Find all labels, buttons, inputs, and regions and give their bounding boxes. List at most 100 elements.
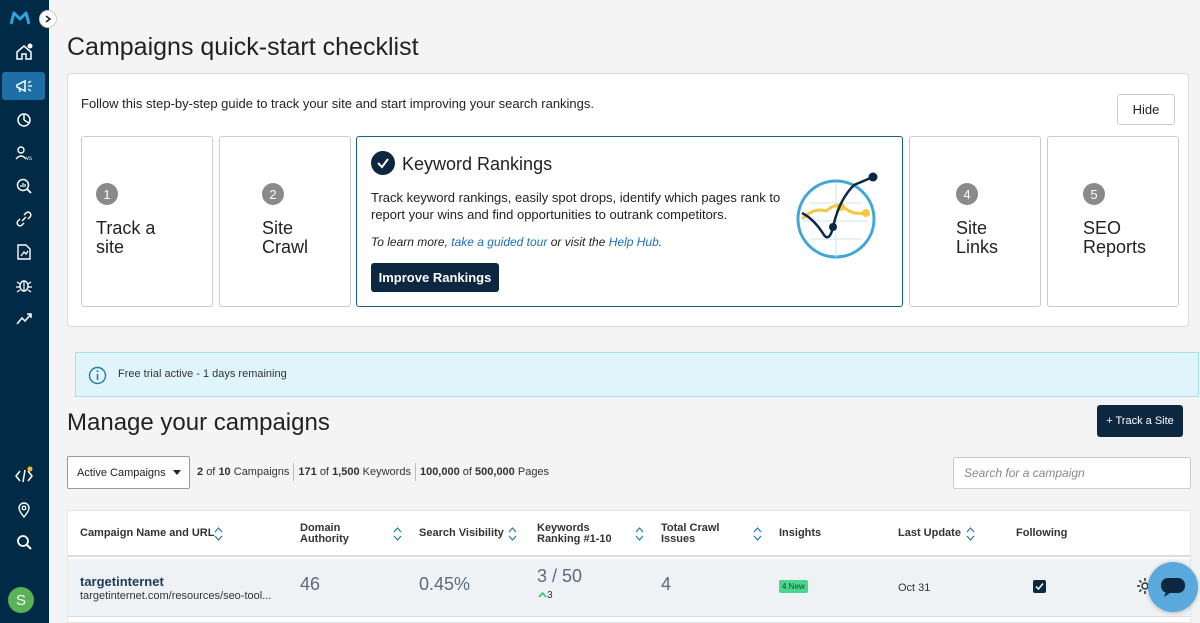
header-campaign-name[interactable]: Campaign Name and URL <box>80 528 214 539</box>
check-circle-icon <box>371 151 395 175</box>
campaigns-usage: 2 of 10 Campaigns <box>197 466 290 478</box>
location-icon <box>17 502 30 519</box>
improve-rankings-button[interactable]: Improve Rankings <box>371 263 499 292</box>
caret-down-icon <box>173 470 181 475</box>
table-row[interactable]: targetinternet targetinternet.com/resour… <box>68 559 1190 617</box>
search-icon <box>16 535 32 550</box>
checkmark-icon <box>1035 583 1044 591</box>
guided-tour-link[interactable]: take a guided tour <box>451 235 547 249</box>
sort-icon[interactable] <box>508 527 517 541</box>
step-track-site[interactable]: 1 Track a site <box>81 136 213 307</box>
quick-start-checklist: Follow this step-by-step guide to track … <box>67 73 1189 327</box>
help-hub-link[interactable]: Help Hub <box>609 235 659 249</box>
sort-icon[interactable] <box>753 527 762 541</box>
divider <box>414 463 416 481</box>
step-seo-reports[interactable]: 5 SEO Reports <box>1047 136 1179 307</box>
arrow-up-icon <box>538 591 547 598</box>
chat-button[interactable] <box>1148 562 1198 612</box>
sidebar-item-links[interactable] <box>2 205 45 233</box>
campaigns-table: Campaign Name and URL Domain Authority Se… <box>67 510 1191 623</box>
step-keyword-rankings: Keyword Rankings Track keyword rankings,… <box>356 136 903 307</box>
learn-more-text: To learn more, take a guided tour or vis… <box>371 235 663 249</box>
sidebar-item-local[interactable] <box>2 496 45 524</box>
sort-icon[interactable] <box>393 527 402 541</box>
insights-badge[interactable]: 4 New <box>779 580 808 593</box>
step-site-links[interactable]: 4 Site Links <box>909 136 1041 307</box>
svg-text:vs: vs <box>26 156 32 162</box>
header-insights[interactable]: Insights <box>779 528 821 539</box>
code-icon <box>14 466 33 483</box>
step-title: Keyword Rankings <box>402 154 553 174</box>
header-keywords-ranking[interactable]: Keywords Ranking #1-10 <box>537 523 612 545</box>
sidebar-item-campaigns[interactable] <box>2 72 45 100</box>
chat-icon <box>1161 578 1185 597</box>
page-chart-icon <box>16 244 31 260</box>
header-last-update[interactable]: Last Update <box>898 528 961 539</box>
sidebar-item-research[interactable] <box>2 172 45 200</box>
hide-button[interactable]: Hide <box>1117 94 1175 125</box>
avatar[interactable]: S <box>8 587 34 613</box>
header-crawl-issues[interactable]: Total Crawl Issues <box>661 523 719 545</box>
step-site-crawl[interactable]: 2 Site Crawl <box>219 136 351 307</box>
step-label: SEO Reports <box>1083 218 1147 257</box>
sidebar-item-competitors[interactable]: vs <box>2 139 45 167</box>
step-description: Track keyword rankings, easily spot drop… <box>371 190 781 222</box>
keywords-usage: 171 of 1,500 Keywords <box>298 466 411 478</box>
track-site-button[interactable]: + Track a Site <box>1097 405 1183 437</box>
sidebar-item-home[interactable] <box>2 38 45 66</box>
step-label: Track a site <box>96 218 156 257</box>
campaign-filter-select[interactable]: Active Campaigns <box>67 456 190 489</box>
pages-usage: 100,000 of 500,000 Pages <box>419 466 550 478</box>
search-visibility-value: 0.45% <box>419 574 471 594</box>
campaign-name-link[interactable]: targetinternet <box>80 574 164 589</box>
sort-icon[interactable] <box>966 527 975 541</box>
step-label: Site Crawl <box>262 218 309 257</box>
search-analytics-icon <box>16 178 32 194</box>
step-label: Site Links <box>956 218 999 257</box>
bug-icon <box>15 280 32 293</box>
usage-stats: 2 of 10 Campaigns 171 of 1,500 Keywords … <box>197 463 550 481</box>
step-number: 2 <box>262 183 284 205</box>
sort-icon[interactable] <box>214 527 223 541</box>
sidebar-item-api[interactable] <box>2 461 45 489</box>
step-number: 5 <box>1083 183 1105 205</box>
step-number: 1 <box>96 183 118 205</box>
step-number: 4 <box>956 183 978 205</box>
sidebar-item-analytics[interactable] <box>2 105 45 133</box>
megaphone-icon <box>15 79 32 93</box>
header-search-visibility[interactable]: Search Visibility <box>419 528 504 539</box>
filter-value: Active Campaigns <box>77 466 166 479</box>
sidebar-item-rankings[interactable] <box>2 304 45 332</box>
trial-text: Free trial active - 1 days remaining <box>118 368 287 380</box>
trend-icon <box>15 313 32 325</box>
crawl-issues-value: 4 <box>661 574 672 594</box>
table-header: Campaign Name and URL Domain Authority Se… <box>68 511 1190 557</box>
page-title: Campaigns quick-start checklist <box>67 33 419 61</box>
link-icon <box>15 211 32 227</box>
campaign-url: targetinternet.com/resources/seo-tool... <box>80 590 272 602</box>
home-icon <box>15 43 32 60</box>
divider <box>293 463 295 481</box>
moz-logo-icon[interactable] <box>10 10 30 26</box>
header-following[interactable]: Following <box>1016 528 1067 539</box>
sidebar-item-search[interactable] <box>2 528 45 556</box>
sidebar: vs S <box>0 0 49 623</box>
info-icon <box>88 366 107 385</box>
checklist-intro: Follow this step-by-step guide to track … <box>81 96 595 111</box>
sidebar-item-site-crawl[interactable] <box>2 271 45 299</box>
sidebar-item-reports[interactable] <box>2 238 45 266</box>
trial-banner: Free trial active - 1 days remaining <box>75 352 1199 397</box>
sidebar-collapse-button[interactable] <box>39 10 57 28</box>
following-checkbox[interactable] <box>1033 580 1046 593</box>
header-domain-authority[interactable]: Domain Authority <box>300 523 349 545</box>
manage-campaigns-title: Manage your campaigns <box>67 409 330 436</box>
sort-icon[interactable] <box>635 527 644 541</box>
last-update-value: Oct 31 <box>898 582 931 594</box>
keywords-change: 3 <box>538 590 553 601</box>
domain-authority-value: 46 <box>300 574 321 594</box>
pie-chart-icon <box>16 113 31 127</box>
campaign-search-input[interactable]: Search for a campaign <box>953 457 1191 489</box>
chevron-right-icon <box>45 15 52 23</box>
avatar-initial: S <box>15 591 26 609</box>
rankings-chart-icon <box>796 172 878 259</box>
